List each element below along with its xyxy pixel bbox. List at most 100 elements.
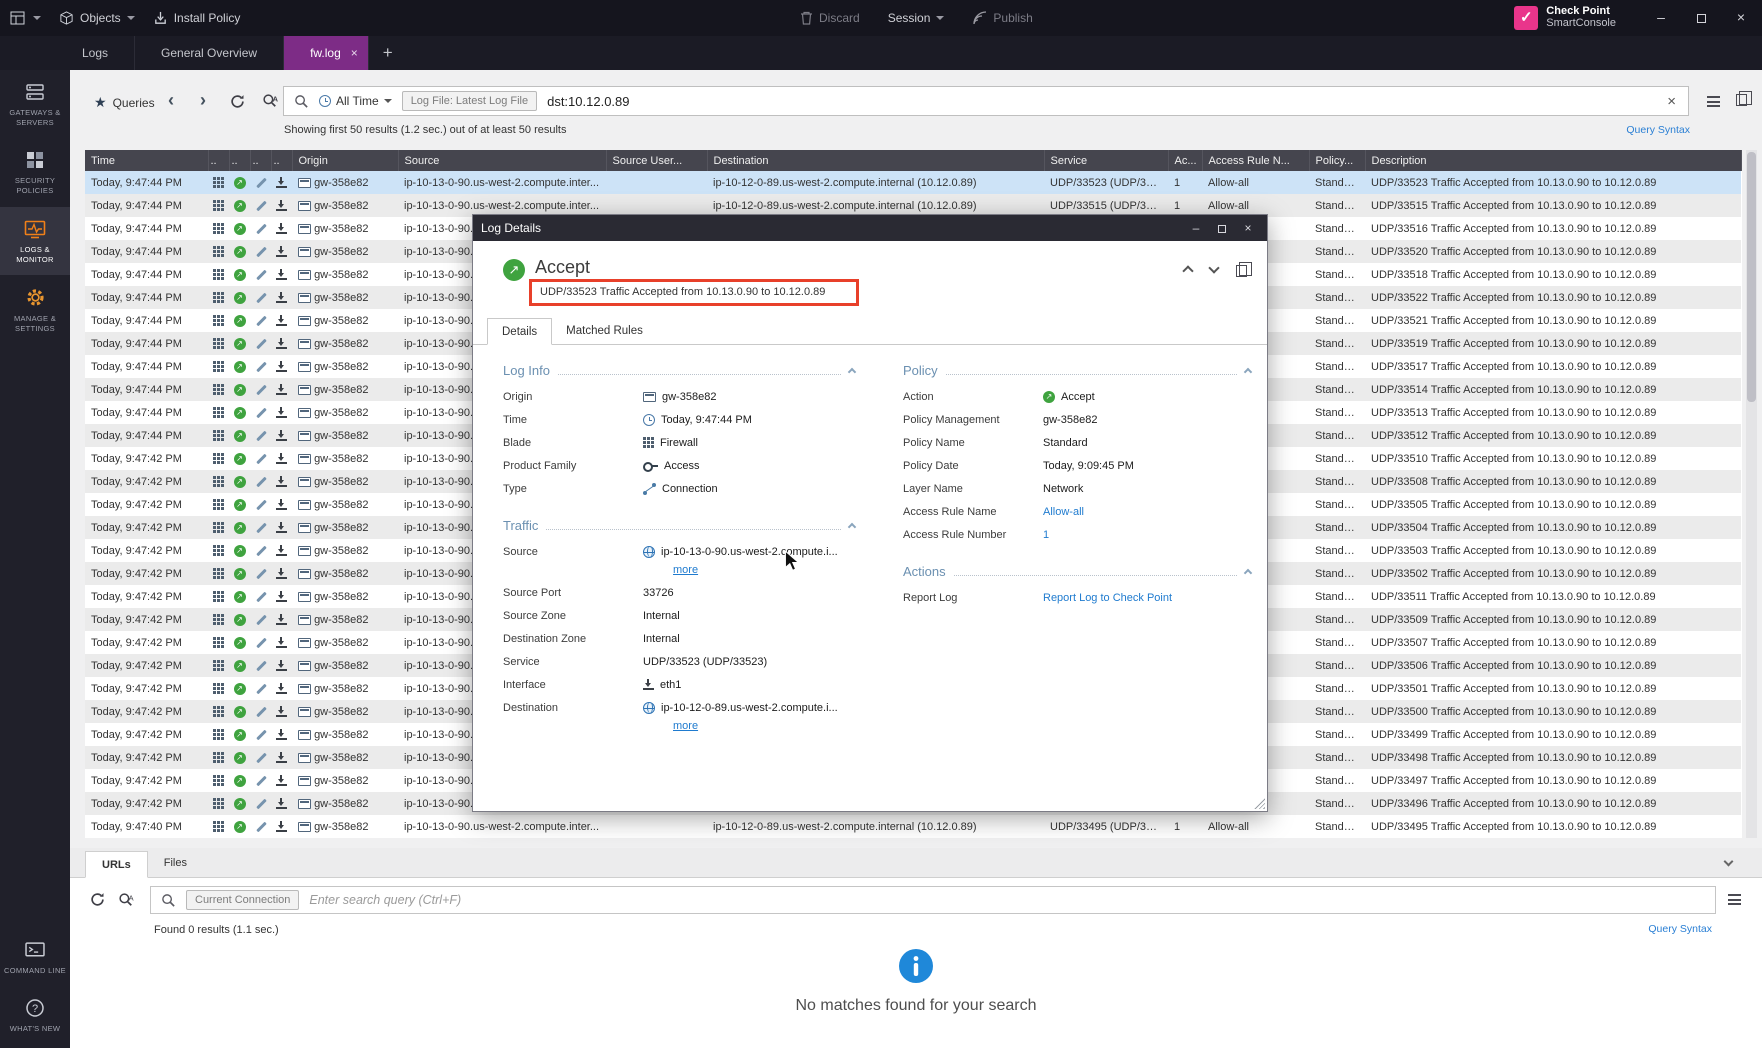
section-toggle[interactable]: Policy bbox=[903, 359, 1251, 381]
vertical-scrollbar[interactable] bbox=[1746, 150, 1757, 838]
objects-menu-button[interactable]: Objects bbox=[59, 11, 135, 26]
sidebar-item-whats-new[interactable]: ? WHAT'S NEW bbox=[0, 986, 70, 1048]
scrollbar-thumb[interactable] bbox=[1747, 152, 1756, 402]
tab-logs[interactable]: Logs bbox=[56, 36, 135, 70]
previous-log-button[interactable] bbox=[1182, 265, 1193, 276]
section-toggle[interactable]: Actions bbox=[903, 560, 1251, 582]
more-link[interactable]: more bbox=[673, 719, 855, 737]
blade-firewall-icon bbox=[213, 821, 224, 832]
window-minimize-button[interactable]: – bbox=[1648, 6, 1674, 30]
accept-action-icon bbox=[234, 660, 246, 672]
sidebar-item-manage-settings[interactable]: MANAGE & SETTINGS bbox=[0, 275, 70, 344]
blade-firewall-icon bbox=[213, 246, 224, 257]
section-toggle[interactable]: Log Info bbox=[503, 359, 855, 381]
queries-button[interactable]: ★ Queries bbox=[94, 94, 155, 111]
navigation-sidebar: GATEWAYS & SERVERS SECURITY POLICIES LOG… bbox=[0, 70, 70, 1048]
new-tab-button[interactable]: + bbox=[369, 36, 407, 70]
dialog-maximize-button[interactable] bbox=[1211, 216, 1233, 240]
panel-search-input[interactable] bbox=[309, 893, 1705, 907]
auto-refresh-search-button[interactable]: A bbox=[262, 93, 279, 110]
panel-menu-icon[interactable] bbox=[1728, 894, 1741, 905]
detail-value[interactable]: 1 bbox=[1043, 529, 1049, 541]
gateway-icon bbox=[298, 477, 311, 487]
time-filter-dropdown[interactable]: All Time bbox=[319, 94, 392, 108]
section-traffic: Traffic Sourceip-10-13-0-90.us-west-2.co… bbox=[503, 514, 855, 737]
accept-action-icon bbox=[234, 545, 246, 557]
tab-details[interactable]: Details bbox=[487, 318, 552, 345]
log-file-filter-chip[interactable]: Log File: Latest Log File bbox=[402, 91, 537, 111]
resize-grip[interactable] bbox=[1254, 798, 1265, 809]
table-header-row[interactable]: Time .. .. .. .. Origin Source Source Us… bbox=[85, 150, 1741, 171]
col-action-icon[interactable]: .. bbox=[229, 150, 250, 171]
app-menu-button[interactable] bbox=[10, 11, 41, 26]
clear-query-button[interactable]: × bbox=[1665, 93, 1678, 110]
tab-matched-rules[interactable]: Matched Rules bbox=[552, 318, 657, 344]
detail-value[interactable]: Allow-all bbox=[1043, 506, 1084, 518]
panel-search-bar[interactable]: Current Connection bbox=[150, 886, 1716, 914]
sidebar-item-logs-monitor[interactable]: LOGS & MONITOR bbox=[0, 207, 70, 275]
forward-button[interactable]: › bbox=[200, 90, 206, 111]
col-interface-icon[interactable]: .. bbox=[271, 150, 292, 171]
question-icon: ? bbox=[25, 998, 45, 1018]
tab-urls[interactable]: URLs bbox=[85, 851, 148, 878]
session-menu-button[interactable]: Session bbox=[888, 11, 945, 25]
copy-log-button[interactable] bbox=[1236, 265, 1247, 277]
tab-general-overview[interactable]: General Overview bbox=[135, 36, 284, 70]
col-blade-icon[interactable]: .. bbox=[208, 150, 229, 171]
current-connection-chip[interactable]: Current Connection bbox=[186, 890, 299, 910]
refresh-button[interactable] bbox=[90, 892, 105, 907]
detail-value[interactable]: ip-10-13-0-90.us-west-2.compute.i... bbox=[643, 546, 838, 558]
more-link[interactable]: more bbox=[673, 563, 855, 581]
col-time[interactable]: Time bbox=[85, 150, 208, 171]
publish-button[interactable]: Publish bbox=[972, 11, 1032, 25]
tab-files[interactable]: Files bbox=[148, 850, 203, 877]
log-query-bar[interactable]: All Time Log File: Latest Log File × bbox=[283, 86, 1689, 116]
gateway-icon bbox=[298, 638, 311, 648]
collapse-panel-icon[interactable] bbox=[1724, 857, 1734, 867]
col-access-rule-number[interactable]: Ac... bbox=[1168, 150, 1202, 171]
dialog-minimize-button[interactable]: – bbox=[1185, 216, 1207, 240]
sidebar-item-gateways-servers[interactable]: GATEWAYS & SERVERS bbox=[0, 70, 70, 138]
tab-fwlog[interactable]: fw.log × bbox=[284, 36, 369, 70]
col-destination[interactable]: Destination bbox=[707, 150, 1044, 171]
section-toggle[interactable]: Traffic bbox=[503, 514, 855, 536]
detail-value[interactable]: Report Log to Check Point bbox=[1043, 592, 1172, 604]
export-icon[interactable] bbox=[1736, 94, 1747, 106]
sidebar-item-command-line[interactable]: COMMAND LINE bbox=[0, 929, 70, 986]
col-type-icon[interactable]: .. bbox=[250, 150, 271, 171]
dialog-titlebar[interactable]: Log Details – × bbox=[473, 215, 1267, 241]
query-input[interactable] bbox=[547, 94, 1655, 109]
col-policy[interactable]: Policy... bbox=[1309, 150, 1365, 171]
accept-action-icon bbox=[234, 729, 246, 741]
auto-refresh-search-button[interactable]: A bbox=[118, 892, 135, 909]
col-source-user[interactable]: Source User... bbox=[606, 150, 707, 171]
table-row[interactable]: Today, 9:47:40 PM gw-358e82 ip-10-13-0-9… bbox=[85, 815, 1741, 838]
detail-value[interactable]: ip-10-12-0-89.us-west-2.compute.i... bbox=[643, 702, 838, 714]
accept-action-icon bbox=[234, 752, 246, 764]
table-row[interactable]: Today, 9:47:44 PM gw-358e82 ip-10-13-0-9… bbox=[85, 171, 1741, 194]
col-source[interactable]: Source bbox=[398, 150, 606, 171]
gateway-icon bbox=[298, 316, 311, 326]
back-button[interactable]: ‹ bbox=[168, 90, 174, 111]
col-description[interactable]: Description bbox=[1365, 150, 1741, 171]
gateway-icon bbox=[298, 454, 311, 464]
col-origin[interactable]: Origin bbox=[292, 150, 398, 171]
close-tab-icon[interactable]: × bbox=[351, 46, 358, 60]
table-settings-menu-icon[interactable] bbox=[1707, 96, 1720, 107]
col-service[interactable]: Service bbox=[1044, 150, 1168, 171]
accept-action-icon bbox=[234, 246, 246, 258]
install-policy-button[interactable]: Install Policy bbox=[153, 11, 241, 26]
discard-button[interactable]: Discard bbox=[800, 11, 860, 25]
svg-text:A: A bbox=[129, 894, 134, 903]
next-log-button[interactable] bbox=[1208, 262, 1219, 273]
col-access-rule-name[interactable]: Access Rule N... bbox=[1202, 150, 1309, 171]
dialog-close-button[interactable]: × bbox=[1237, 216, 1259, 240]
refresh-button[interactable] bbox=[230, 94, 245, 109]
query-syntax-link[interactable]: Query Syntax bbox=[1626, 124, 1690, 136]
accept-action-icon bbox=[234, 200, 246, 212]
sidebar-item-security-policies[interactable]: SECURITY POLICIES bbox=[0, 138, 70, 206]
window-close-button[interactable]: × bbox=[1728, 6, 1754, 30]
section-actions: Actions Report LogReport Log to Check Po… bbox=[903, 560, 1251, 609]
query-syntax-link[interactable]: Query Syntax bbox=[1648, 923, 1712, 935]
window-restore-button[interactable] bbox=[1688, 6, 1714, 30]
